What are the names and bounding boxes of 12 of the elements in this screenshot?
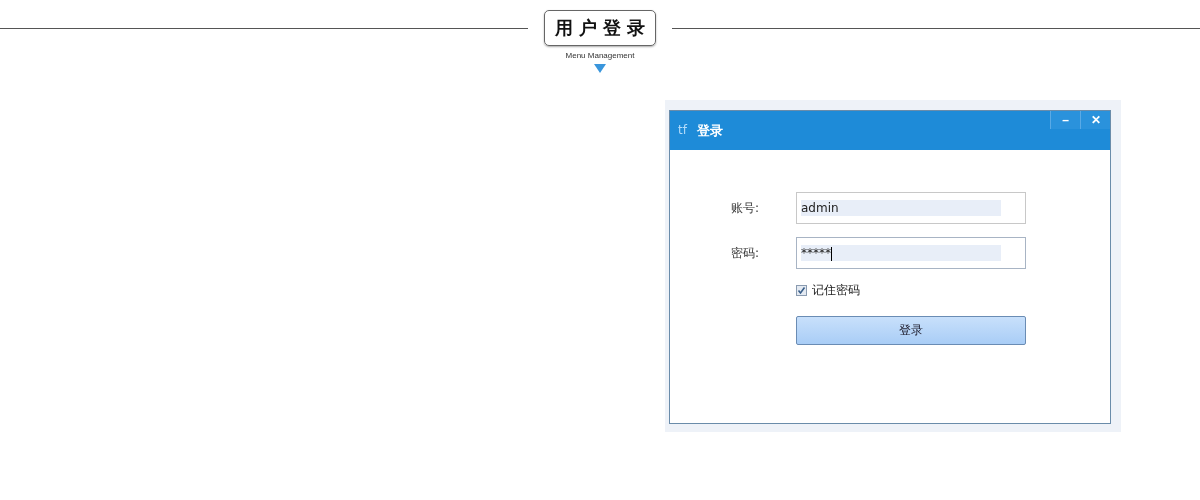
page-title: 用 户 登 录 — [543, 10, 657, 46]
input-field[interactable]: ***** — [796, 237, 1026, 269]
field-label: 密码: — [730, 244, 761, 262]
checkbox-label: 记住密码 — [812, 282, 860, 299]
logo-text: tf — [678, 123, 687, 137]
dialog-title: 登录 — [696, 122, 723, 140]
field-label: 账号: — [730, 199, 761, 217]
down-triangle-icon — [594, 64, 606, 73]
page-subtitle: Menu Management — [565, 51, 635, 60]
login-button[interactable]: 登录 — [796, 316, 1026, 345]
checkbox[interactable] — [796, 285, 807, 296]
input-field[interactable]: admin — [796, 192, 1026, 224]
